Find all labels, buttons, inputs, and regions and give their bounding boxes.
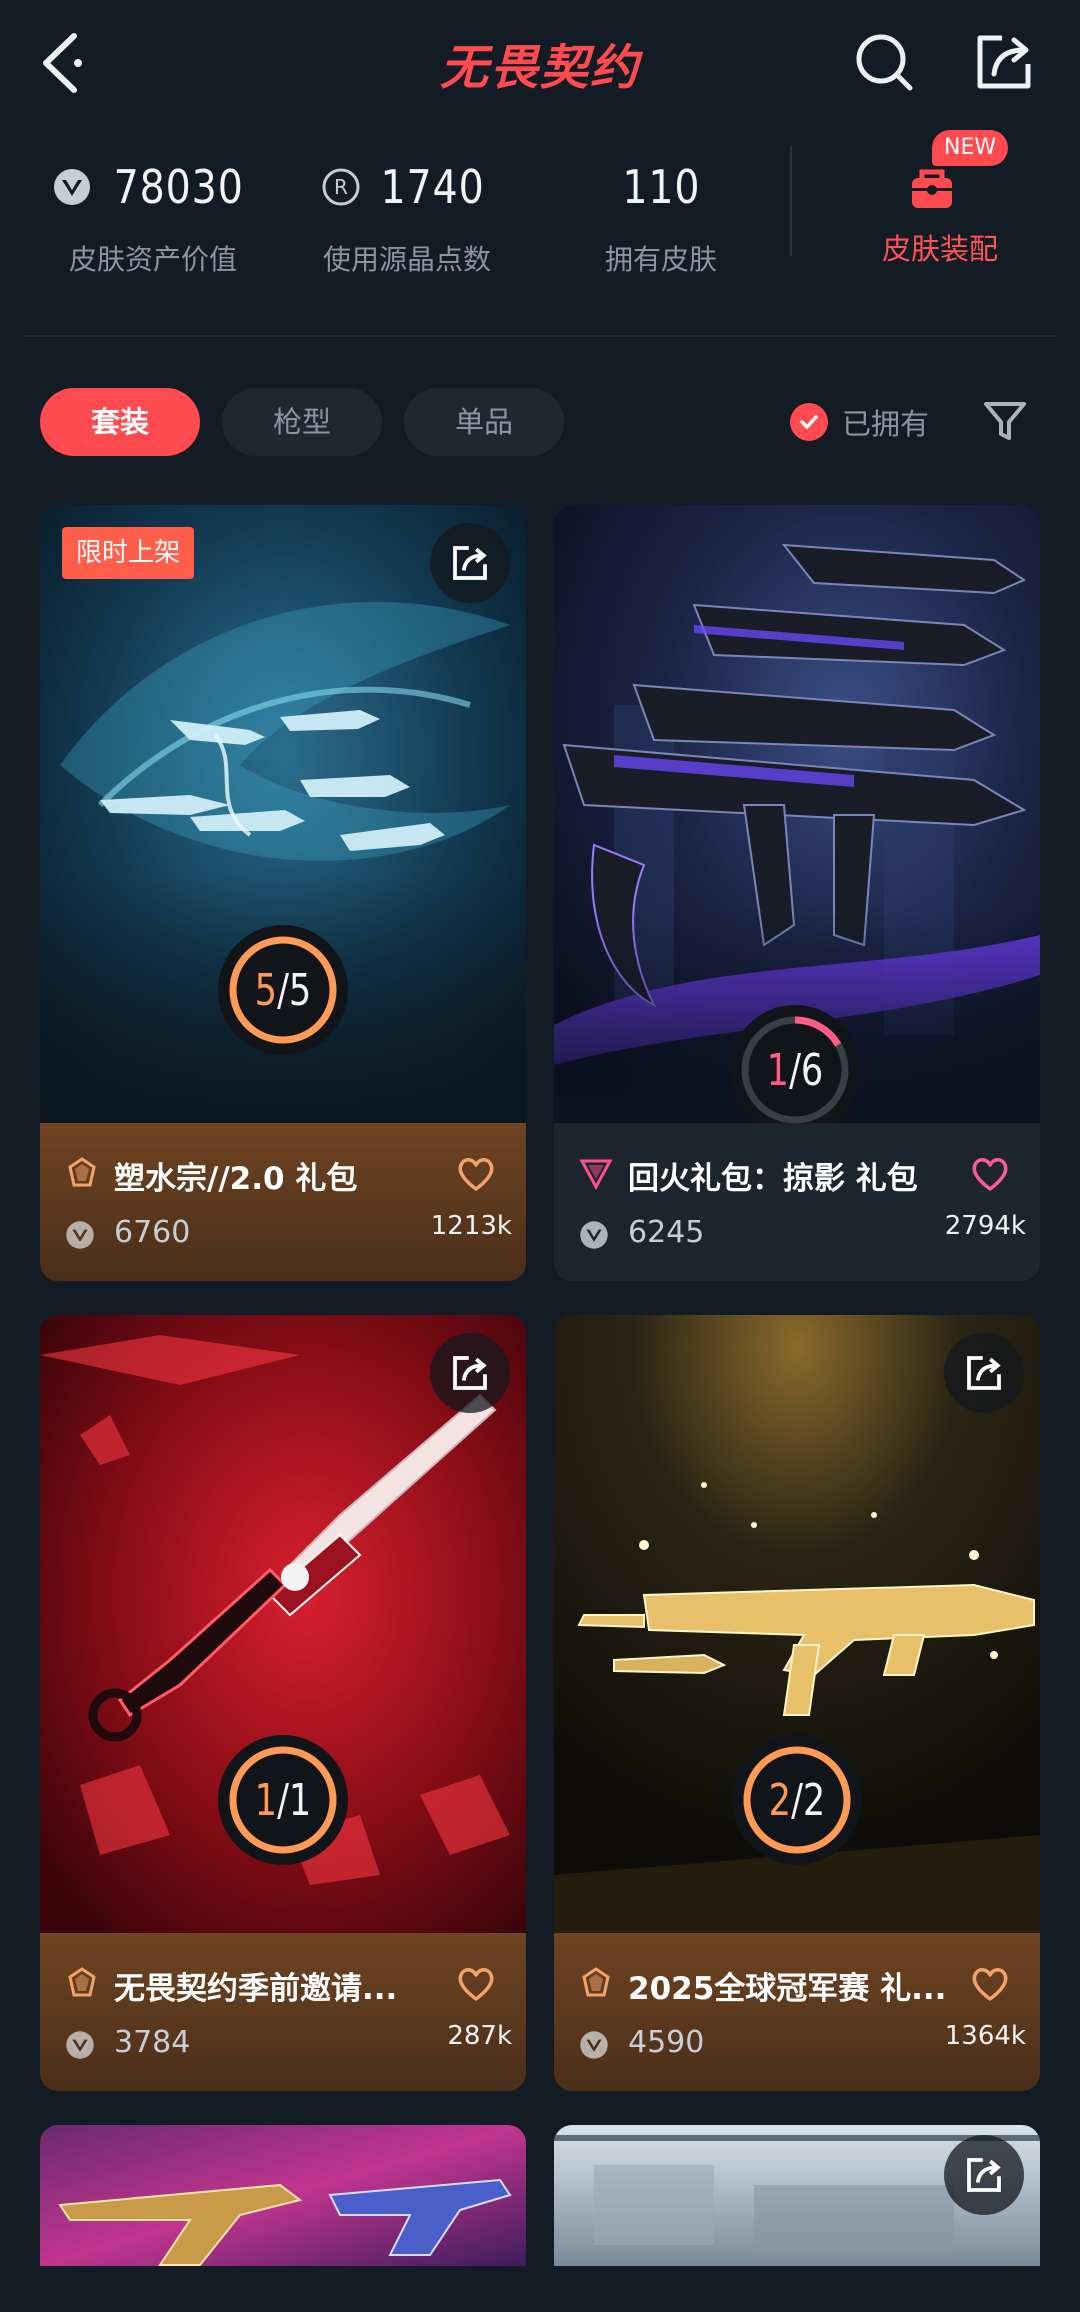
valorant-point-icon	[580, 2031, 608, 2059]
owned-count: 5	[254, 964, 278, 1016]
share-icon	[967, 2158, 1001, 2192]
valorant-point-icon	[580, 1221, 608, 1249]
owned-count: 2	[768, 1774, 792, 1826]
stats-divider	[790, 146, 792, 256]
bundle-card[interactable]	[40, 2125, 526, 2266]
favorite-heart-icon[interactable]	[970, 1155, 1010, 1193]
bundle-name: 回火礼包：掠影 礼包	[628, 1161, 918, 1197]
card-share-button[interactable]	[430, 1333, 510, 1413]
card-footer: 2025全球冠军赛 礼... 4590 1364k	[554, 1933, 1040, 2091]
favorite-count: 2794k	[944, 1211, 1026, 1241]
owned-label: 已拥有	[842, 407, 930, 441]
card-share-button[interactable]	[430, 523, 510, 603]
total-count: 2	[802, 1774, 826, 1826]
tier-icon	[582, 1967, 610, 1997]
bundle-card[interactable]: 1/6 回火礼包：掠影 礼包 6245 2794k	[554, 505, 1040, 1281]
card-footer: 塑水宗//2.0 礼包 6760 1213k	[40, 1123, 526, 1281]
card-share-button[interactable]	[944, 1333, 1024, 1413]
tab-single-items[interactable]: 单品	[404, 388, 564, 456]
collection-progress: 5/5	[218, 925, 348, 1055]
collection-progress: 1/6	[730, 1005, 860, 1135]
stat-crystal-points: R 1740 使用源晶点数	[282, 152, 532, 278]
bundle-name: 塑水宗//2.0 礼包	[114, 1161, 358, 1197]
skins-owned-label: 拥有皮肤	[604, 243, 717, 276]
share-button[interactable]	[972, 30, 1036, 94]
filter-bar: 套装 枪型 单品 已拥有	[0, 384, 1080, 460]
share-icon	[967, 1356, 1001, 1390]
radianite-icon: R	[322, 168, 360, 206]
asset-value-label: 皮肤资产价值	[68, 243, 237, 276]
app-title: 无畏契约	[439, 40, 640, 96]
bundle-price: 4590	[628, 2025, 705, 2060]
stats-panel: 78030 皮肤资产价值 R 1740 使用源晶点数 110 拥有皮肤 NEW …	[0, 130, 1080, 336]
search-button[interactable]	[852, 30, 916, 94]
share-icon	[453, 1356, 487, 1390]
favorite-heart-icon[interactable]	[456, 1155, 496, 1193]
collection-progress: 2/2	[732, 1735, 862, 1865]
total-count: 5	[288, 964, 312, 1016]
card-share-button[interactable]	[944, 2135, 1024, 2215]
owned-count: 1	[254, 1774, 278, 1826]
check-icon	[790, 403, 828, 441]
valorant-point-icon	[66, 1221, 94, 1249]
collection-progress: 1/1	[218, 1735, 348, 1865]
favorite-count: 287k	[447, 2021, 512, 2051]
svg-text:R: R	[335, 175, 349, 199]
limited-badge: 限时上架	[62, 527, 195, 579]
stat-skins-owned: 110 拥有皮肤	[536, 152, 786, 278]
favorite-heart-icon[interactable]	[970, 1965, 1010, 2003]
bundle-price: 6245	[628, 1215, 705, 1250]
valorant-point-icon	[66, 2031, 94, 2059]
asset-value: 78030	[113, 160, 245, 214]
loadout-label: 皮肤装配	[881, 232, 998, 266]
bundle-price: 3784	[114, 2025, 191, 2060]
bottom-bar	[0, 2266, 1080, 2312]
crystal-points-value: 1740	[380, 160, 486, 214]
total-count: 1	[288, 1774, 312, 1826]
bundle-card[interactable]: 限时上架 5/5 塑水宗//2.0 礼包 6760 1213k	[40, 505, 526, 1281]
bundle-card[interactable]: 2/2 2025全球冠军赛 礼... 4590 1364k	[554, 1315, 1040, 2091]
card-footer: 回火礼包：掠影 礼包 6245 2794k	[554, 1123, 1040, 1281]
tier-icon	[68, 1967, 96, 1997]
owned-filter-toggle[interactable]: 已拥有	[790, 394, 929, 450]
total-count: 6	[800, 1044, 824, 1096]
card-footer: 无畏契约季前邀请... 3784 287k	[40, 1933, 526, 2091]
skins-owned-value: 110	[621, 160, 701, 214]
search-icon	[856, 34, 913, 91]
favorite-count: 1364k	[944, 2021, 1026, 2051]
skin-loadout-button[interactable]: NEW 皮肤装配	[840, 130, 1040, 280]
valorant-point-icon	[54, 169, 91, 205]
top-bar: 无畏契约	[0, 0, 1080, 130]
favorite-count: 1213k	[430, 1211, 512, 1241]
tab-bundles[interactable]: 套装	[40, 388, 200, 456]
share-icon	[453, 546, 487, 580]
filter-icon	[984, 402, 1026, 440]
bundle-name: 无畏契约季前邀请...	[114, 1971, 398, 2007]
tab-weapon-type[interactable]: 枪型	[222, 388, 382, 456]
divider	[24, 335, 1056, 337]
tier-icon	[68, 1157, 96, 1187]
stat-asset-value: 78030 皮肤资产价值	[28, 152, 278, 278]
bundle-price: 6760	[114, 1215, 191, 1250]
favorite-heart-icon[interactable]	[456, 1965, 496, 2003]
share-icon	[977, 35, 1031, 89]
bundle-card[interactable]: 1/1 无畏契约季前邀请... 3784 287k	[40, 1315, 526, 2091]
bundle-card[interactable]	[554, 2125, 1040, 2266]
loadout-icon	[912, 169, 952, 208]
tier-icon	[579, 1159, 613, 1191]
crystal-points-label: 使用源晶点数	[322, 243, 491, 276]
bundle-artwork	[40, 2125, 526, 2266]
filter-button[interactable]	[980, 396, 1030, 446]
bundle-name: 2025全球冠军赛 礼...	[628, 1971, 947, 2007]
owned-count: 1	[766, 1044, 790, 1096]
